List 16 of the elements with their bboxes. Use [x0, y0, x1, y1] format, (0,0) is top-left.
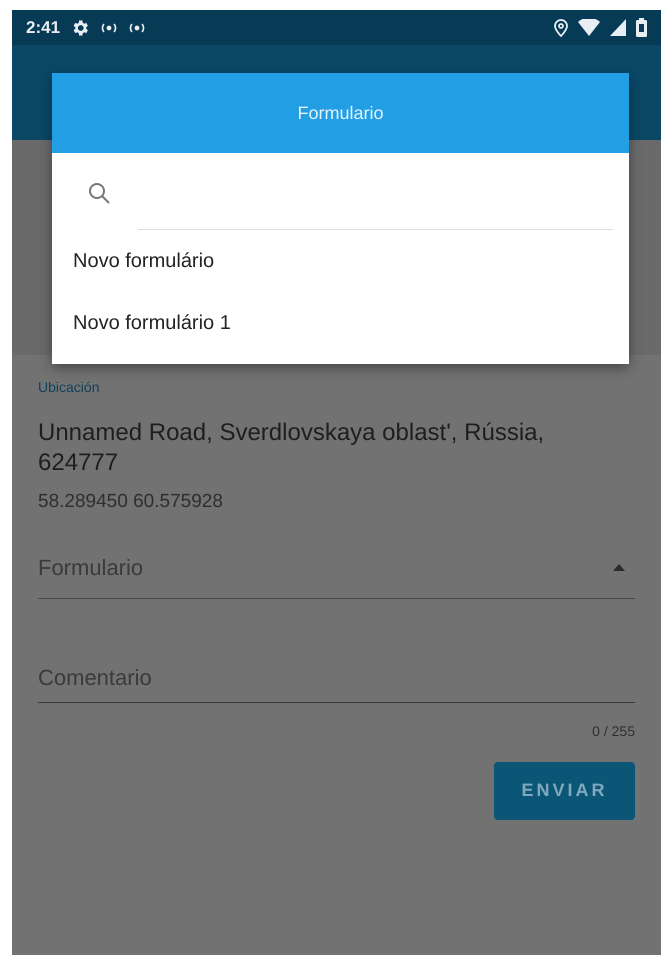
location-pin-icon [554, 18, 568, 36]
wifi-icon [578, 19, 600, 36]
battery-icon [636, 18, 647, 37]
dialog-title: Formulario [297, 102, 384, 124]
broadcast-icon [100, 22, 118, 34]
broadcast-icon [128, 22, 146, 34]
signal-icon [610, 19, 626, 36]
dialog-list-item[interactable]: Novo formulário 1 [52, 292, 629, 354]
comment-field[interactable]: Comentario [38, 660, 635, 702]
coordinates-text: 58.289450 60.575928 [38, 490, 224, 514]
address-text: Unnamed Road, Sverdlovskaya oblast', Rússia, 624777 [38, 418, 546, 478]
dialog-list-item[interactable]: Novo formulário [52, 230, 629, 292]
search-icon [88, 182, 110, 204]
status-time: 2:41 [26, 16, 60, 39]
character-counter: 0 / 255 [592, 722, 635, 740]
location-label: Ubicación [38, 378, 100, 397]
